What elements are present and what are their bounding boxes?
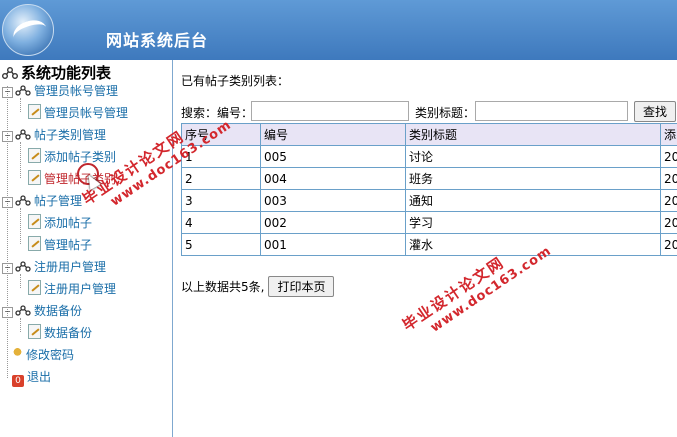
table-cell: 3 <box>181 189 261 212</box>
table-cell: 20 <box>660 233 677 256</box>
table-row: 2 004 班务 20 <box>181 167 677 190</box>
sidebar-item-manage-post-category[interactable]: 管理帖子类别 <box>28 170 116 187</box>
sidebar-item-add-post-category[interactable]: 添加帖子类别 <box>28 148 116 165</box>
search-code-input[interactable] <box>251 101 409 121</box>
sidebar-group-post-category[interactable]: − 帖子类别管理 <box>2 126 106 143</box>
edit-document-icon <box>28 148 41 163</box>
column-header: 序号 <box>181 123 261 146</box>
tree-node-icon <box>15 85 31 96</box>
sidebar-group-label: 数据备份 <box>34 304 83 318</box>
category-table: 序号 编号 类别标题 添 1 005 讨论 20 2 004 班务 20 3 0… <box>181 123 677 256</box>
collapse-icon[interactable]: − <box>2 131 13 142</box>
table-cell: 003 <box>260 189 406 212</box>
list-title: 已有帖子类别列表： <box>181 74 290 88</box>
table-cell: 讨论 <box>405 145 661 168</box>
sidebar-group-admin-account[interactable]: − 管理员帐号管理 <box>2 82 118 99</box>
dolphin-logo <box>2 4 54 56</box>
summary-text: 以上数据共5条, <box>181 280 265 294</box>
table-cell: 班务 <box>405 167 661 190</box>
sidebar-group-label: 帖子类别管理 <box>34 128 107 142</box>
column-header: 添 <box>660 123 677 146</box>
table-summary: 以上数据共5条, 打印本页 <box>181 276 335 297</box>
sidebar-item-add-post[interactable]: 添加帖子 <box>28 214 92 231</box>
sidebar-item-label: 修改密码 <box>26 348 75 362</box>
sidebar-item-change-password[interactable]: 修改密码 <box>12 346 74 363</box>
search-code-label: 搜索：编号： <box>181 106 254 120</box>
edit-document-icon <box>28 214 41 229</box>
sidebar-item-manage-post[interactable]: 管理帖子 <box>28 236 92 253</box>
table-cell: 20 <box>660 211 677 234</box>
search-button[interactable]: 查找 <box>634 101 677 122</box>
sidebar-item-data-backup[interactable]: 数据备份 <box>28 324 92 341</box>
table-cell: 20 <box>660 145 677 168</box>
edit-document-icon <box>28 236 41 251</box>
sidebar-item-label: 添加帖子类别 <box>44 150 117 164</box>
main-content: 已有帖子类别列表： 搜索：编号： 类别标题： 查找 序号 编号 类别标题 添 1… <box>173 60 677 437</box>
collapse-icon[interactable]: − <box>2 87 13 98</box>
edit-document-icon <box>28 104 41 119</box>
sidebar-group-label: 帖子管理 <box>34 194 83 208</box>
table-cell: 005 <box>260 145 406 168</box>
edit-document-icon <box>28 280 41 295</box>
table-cell: 5 <box>181 233 261 256</box>
sidebar-group-label: 注册用户管理 <box>34 260 107 274</box>
tree-node-icon <box>15 305 31 316</box>
sidebar-item-label: 管理员帐号管理 <box>44 106 129 120</box>
table-row: 4 002 学习 20 <box>181 211 677 234</box>
table-row: 5 001 灌水 20 <box>181 233 677 256</box>
sidebar-item-label: 数据备份 <box>44 326 93 340</box>
collapse-icon[interactable]: − <box>2 263 13 274</box>
tree-node-icon <box>15 129 31 140</box>
table-cell: 20 <box>660 167 677 190</box>
sidebar-group-data-backup[interactable]: − 数据备份 <box>2 302 82 319</box>
collapse-icon[interactable]: − <box>2 307 13 318</box>
search-title-input[interactable] <box>475 101 628 121</box>
table-row: 1 005 讨论 20 <box>181 145 677 168</box>
sidebar-title-text: 系统功能列表 <box>21 64 112 82</box>
table-cell: 灌水 <box>405 233 661 256</box>
search-title-label: 类别标题： <box>415 106 476 120</box>
table-cell: 2 <box>181 167 261 190</box>
table-cell: 学习 <box>405 211 661 234</box>
edit-document-icon <box>28 324 41 339</box>
sidebar-item-label: 管理帖子 <box>44 238 93 252</box>
column-header: 类别标题 <box>405 123 661 146</box>
key-icon <box>12 348 23 361</box>
table-cell: 004 <box>260 167 406 190</box>
sidebar-item-label: 退出 <box>27 370 52 384</box>
collapse-icon[interactable]: − <box>2 197 13 208</box>
sidebar-item-registered-user-manage[interactable]: 注册用户管理 <box>28 280 116 297</box>
table-cell: 1 <box>181 145 261 168</box>
sidebar: 系统功能列表 − 管理员帐号管理 管理员帐号管理 − 帖子类别管理 添加帖子类别 管… <box>0 60 173 437</box>
exit-icon: 0 <box>12 375 24 387</box>
tree-root-icon <box>2 67 18 79</box>
table-cell: 通知 <box>405 189 661 212</box>
sidebar-group-label: 管理员帐号管理 <box>34 84 119 98</box>
tree-node-icon <box>15 195 31 206</box>
sidebar-title: 系统功能列表 <box>2 62 111 83</box>
edit-document-icon <box>28 170 41 185</box>
sidebar-item-logout[interactable]: 0 退出 <box>12 368 51 387</box>
sidebar-item-label: 添加帖子 <box>44 216 93 230</box>
sidebar-item-admin-account-manage[interactable]: 管理员帐号管理 <box>28 104 128 121</box>
table-cell: 002 <box>260 211 406 234</box>
table-cell: 20 <box>660 189 677 212</box>
sidebar-group-registered-user[interactable]: − 注册用户管理 <box>2 258 106 275</box>
header-bar: 网站系统后台 <box>0 0 677 60</box>
table-cell: 001 <box>260 233 406 256</box>
column-header: 编号 <box>260 123 406 146</box>
table-row: 3 003 通知 20 <box>181 189 677 212</box>
tree-node-icon <box>15 261 31 272</box>
sidebar-group-post[interactable]: − 帖子管理 <box>2 192 82 209</box>
print-button[interactable]: 打印本页 <box>268 276 335 297</box>
table-header-row: 序号 编号 类别标题 添 <box>181 123 677 146</box>
site-title: 网站系统后台 <box>106 31 209 50</box>
sidebar-item-label: 注册用户管理 <box>44 282 117 296</box>
table-cell: 4 <box>181 211 261 234</box>
